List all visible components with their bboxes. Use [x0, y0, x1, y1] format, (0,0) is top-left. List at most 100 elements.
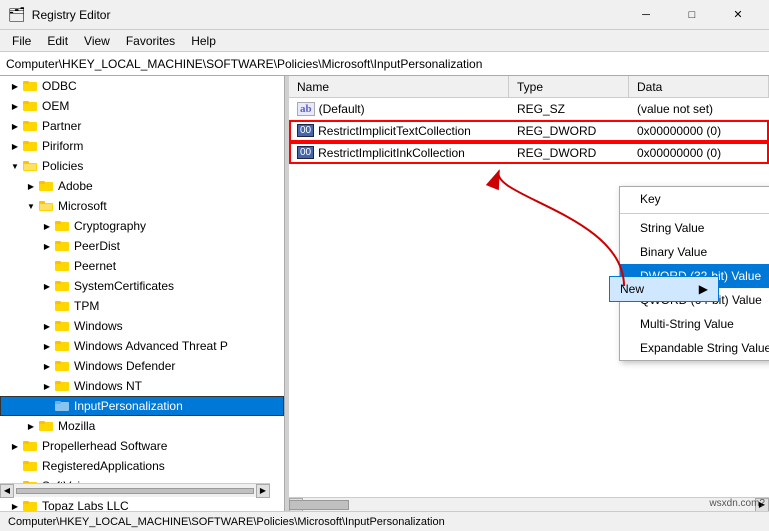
- tree-item-watp[interactable]: ▶ Windows Advanced Threat P: [0, 336, 284, 356]
- tree-item-label: Mozilla: [58, 419, 95, 433]
- expand-arrow: ▶: [8, 439, 22, 453]
- cell-type-default: REG_SZ: [509, 100, 629, 118]
- cell-text: RestrictImplicitInkCollection: [318, 146, 465, 160]
- main-content: ▶ ODBC ▶ OEM ▶ Partner: [0, 76, 769, 511]
- tree-item-piriform[interactable]: ▶ Piriform: [0, 136, 284, 156]
- tree-scroll-left[interactable]: ◀: [0, 484, 14, 498]
- expand-arrow: ▼: [8, 159, 22, 173]
- col-header-type: Type: [509, 76, 629, 97]
- menu-view[interactable]: View: [76, 32, 118, 50]
- cell-type-restrict-text: REG_DWORD: [509, 122, 629, 140]
- maximize-button[interactable]: □: [669, 0, 715, 30]
- folder-icon-open: [22, 158, 38, 174]
- expand-arrow: ▶: [40, 219, 54, 233]
- ctx-multistring-value[interactable]: Multi-String Value: [620, 312, 769, 336]
- tree-scroll[interactable]: ▶ ODBC ▶ OEM ▶ Partner: [0, 76, 284, 511]
- tree-item-windows-ms[interactable]: ▶ Windows: [0, 316, 284, 336]
- table-row[interactable]: 00 RestrictImplicitTextCollection REG_DW…: [289, 120, 769, 142]
- ctx-expandable-value[interactable]: Expandable String Value: [620, 336, 769, 360]
- minimize-button[interactable]: ─: [623, 0, 669, 30]
- expand-arrow: ▶: [8, 99, 22, 113]
- tree-item-defender[interactable]: ▶ Windows Defender: [0, 356, 284, 376]
- tree-item-cryptography[interactable]: ▶ Cryptography: [0, 216, 284, 236]
- ctx-string-value[interactable]: String Value: [620, 216, 769, 240]
- menu-edit[interactable]: Edit: [39, 32, 76, 50]
- tree-item-label: Adobe: [58, 179, 93, 193]
- folder-icon: [22, 438, 38, 454]
- new-label: New: [620, 282, 644, 296]
- title-bar: 🗂 Registry Editor ─ □ ✕: [0, 0, 769, 30]
- address-path: Computer\HKEY_LOCAL_MACHINE\SOFTWARE\Pol…: [6, 57, 482, 71]
- title-bar-left: 🗂 Registry Editor: [8, 6, 110, 23]
- tree-item-label: Windows Advanced Threat P: [74, 339, 228, 353]
- tree-item-label: Cryptography: [74, 219, 146, 233]
- tree-item-inputpersonalization[interactable]: InputPersonalization: [0, 396, 284, 416]
- right-pane: Name Type Data ab (Default) REG_SZ (valu…: [289, 76, 769, 511]
- expand-arrow: ▶: [40, 319, 54, 333]
- tree-item-microsoft[interactable]: ▼ Microsoft: [0, 196, 284, 216]
- folder-icon: [22, 118, 38, 134]
- tree-item-topaz[interactable]: ▶ Topaz Labs LLC: [0, 496, 284, 511]
- tree-item-adobe[interactable]: ▶ Adobe: [0, 176, 284, 196]
- tree-item-label: Piriform: [42, 139, 83, 153]
- title-bar-controls: ─ □ ✕: [623, 0, 761, 30]
- tree-item-mozilla[interactable]: ▶ Mozilla: [0, 416, 284, 436]
- tree-item-windowsnt[interactable]: ▶ Windows NT: [0, 376, 284, 396]
- tree-item-label: SystemCertificates: [74, 279, 174, 293]
- tree-item-label: RegisteredApplications: [42, 459, 165, 473]
- menu-file[interactable]: File: [4, 32, 39, 50]
- tree-item-peernet[interactable]: Peernet: [0, 256, 284, 276]
- expand-arrow: [40, 399, 54, 413]
- tree-item-label: PeerDist: [74, 239, 120, 253]
- tree-item-label: Partner: [42, 119, 81, 133]
- tree-item-systemcerts[interactable]: ▶ SystemCertificates: [0, 276, 284, 296]
- tree-item-peerdist[interactable]: ▶ PeerDist: [0, 236, 284, 256]
- cell-data-restrict-ink: 0x00000000 (0): [629, 144, 769, 162]
- context-menu: Key String Value Binary Value DWORD (32-…: [619, 186, 769, 361]
- folder-icon-selected: [54, 398, 70, 414]
- table-row[interactable]: ab (Default) REG_SZ (value not set): [289, 98, 769, 120]
- tree-item-partner[interactable]: ▶ Partner: [0, 116, 284, 136]
- status-text: Computer\HKEY_LOCAL_MACHINE\SOFTWARE\Pol…: [8, 516, 445, 528]
- folder-icon: [54, 258, 70, 274]
- tree-item-label: Peernet: [74, 259, 116, 273]
- h-scroll-thumb[interactable]: [289, 500, 349, 510]
- expand-arrow: ▶: [8, 119, 22, 133]
- h-scrollbar[interactable]: ◀ ▶: [289, 497, 769, 511]
- tree-item-label: Windows Defender: [74, 359, 175, 373]
- title-bar-title: Registry Editor: [32, 8, 111, 22]
- tree-scroll-right[interactable]: ▶: [256, 484, 270, 498]
- menu-help[interactable]: Help: [183, 32, 224, 50]
- tree-item-label: Windows NT: [74, 379, 142, 393]
- tree-item-policies[interactable]: ▼ Policies: [0, 156, 284, 176]
- tree-item-label: Windows: [74, 319, 123, 333]
- tree-item-propellerhead[interactable]: ▶ Propellerhead Software: [0, 436, 284, 456]
- new-submenu-trigger-container: New ▶: [609, 276, 719, 302]
- tree-item-oem[interactable]: ▶ OEM: [0, 96, 284, 116]
- expand-arrow: ▶: [40, 279, 54, 293]
- tree-item-tpm[interactable]: TPM: [0, 296, 284, 316]
- close-button[interactable]: ✕: [715, 0, 761, 30]
- expand-arrow: ▶: [40, 359, 54, 373]
- ctx-binary-value[interactable]: Binary Value: [620, 240, 769, 264]
- tree-item-label: Microsoft: [58, 199, 107, 213]
- col-header-data: Data: [629, 76, 769, 97]
- cell-text: (Default): [319, 102, 365, 116]
- tree-item-odbc[interactable]: ▶ ODBC: [0, 76, 284, 96]
- ctx-key[interactable]: Key: [620, 187, 769, 211]
- folder-icon: [22, 498, 38, 511]
- tree-item-regapps[interactable]: RegisteredApplications: [0, 456, 284, 476]
- expand-arrow: ▶: [8, 499, 22, 511]
- folder-icon: [54, 318, 70, 334]
- menu-favorites[interactable]: Favorites: [118, 32, 183, 50]
- folder-icon: [54, 278, 70, 294]
- folder-icon: [54, 338, 70, 354]
- new-menu-item[interactable]: New ▶: [609, 276, 719, 302]
- table-row[interactable]: 00 RestrictImplicitInkCollection REG_DWO…: [289, 142, 769, 164]
- folder-icon: [22, 98, 38, 114]
- tree-item-label: Propellerhead Software: [42, 439, 167, 453]
- folder-icon: [54, 238, 70, 254]
- watermark-text: wsxdn.com?: [709, 498, 765, 509]
- expand-arrow: [40, 259, 54, 273]
- cell-data-default: (value not set): [629, 100, 769, 118]
